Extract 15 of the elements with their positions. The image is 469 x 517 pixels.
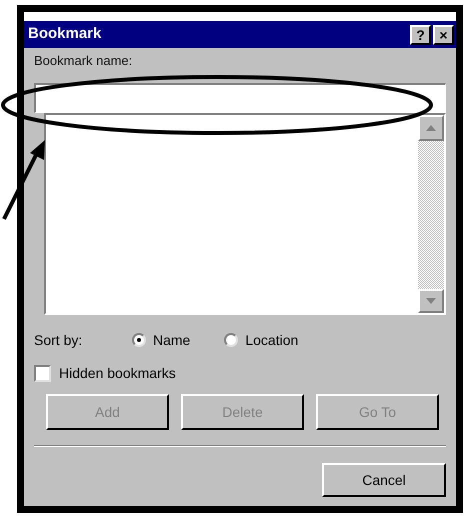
hidden-bookmarks-checkbox[interactable]: Hidden bookmarks [34,363,176,384]
name-field[interactable] [34,83,446,113]
field-label: Bookmark name: [34,53,132,69]
window-title: Bookmark [28,24,102,44]
scroll-up-button[interactable] [418,115,444,141]
title-bar-button[interactable]: ? [410,24,431,44]
up-arrow-icon [426,125,436,131]
scroll-down-button[interactable] [418,289,444,313]
down-arrow-icon [426,298,436,304]
sort-label: Sort by: [34,330,84,350]
sort-radio[interactable]: Name [132,330,190,350]
title-bar-button[interactable]: × [433,24,454,44]
bookmark-list[interactable] [44,113,446,315]
sort-radio[interactable]: Location [224,330,298,350]
cancel-button[interactable]: Cancel [322,463,446,497]
